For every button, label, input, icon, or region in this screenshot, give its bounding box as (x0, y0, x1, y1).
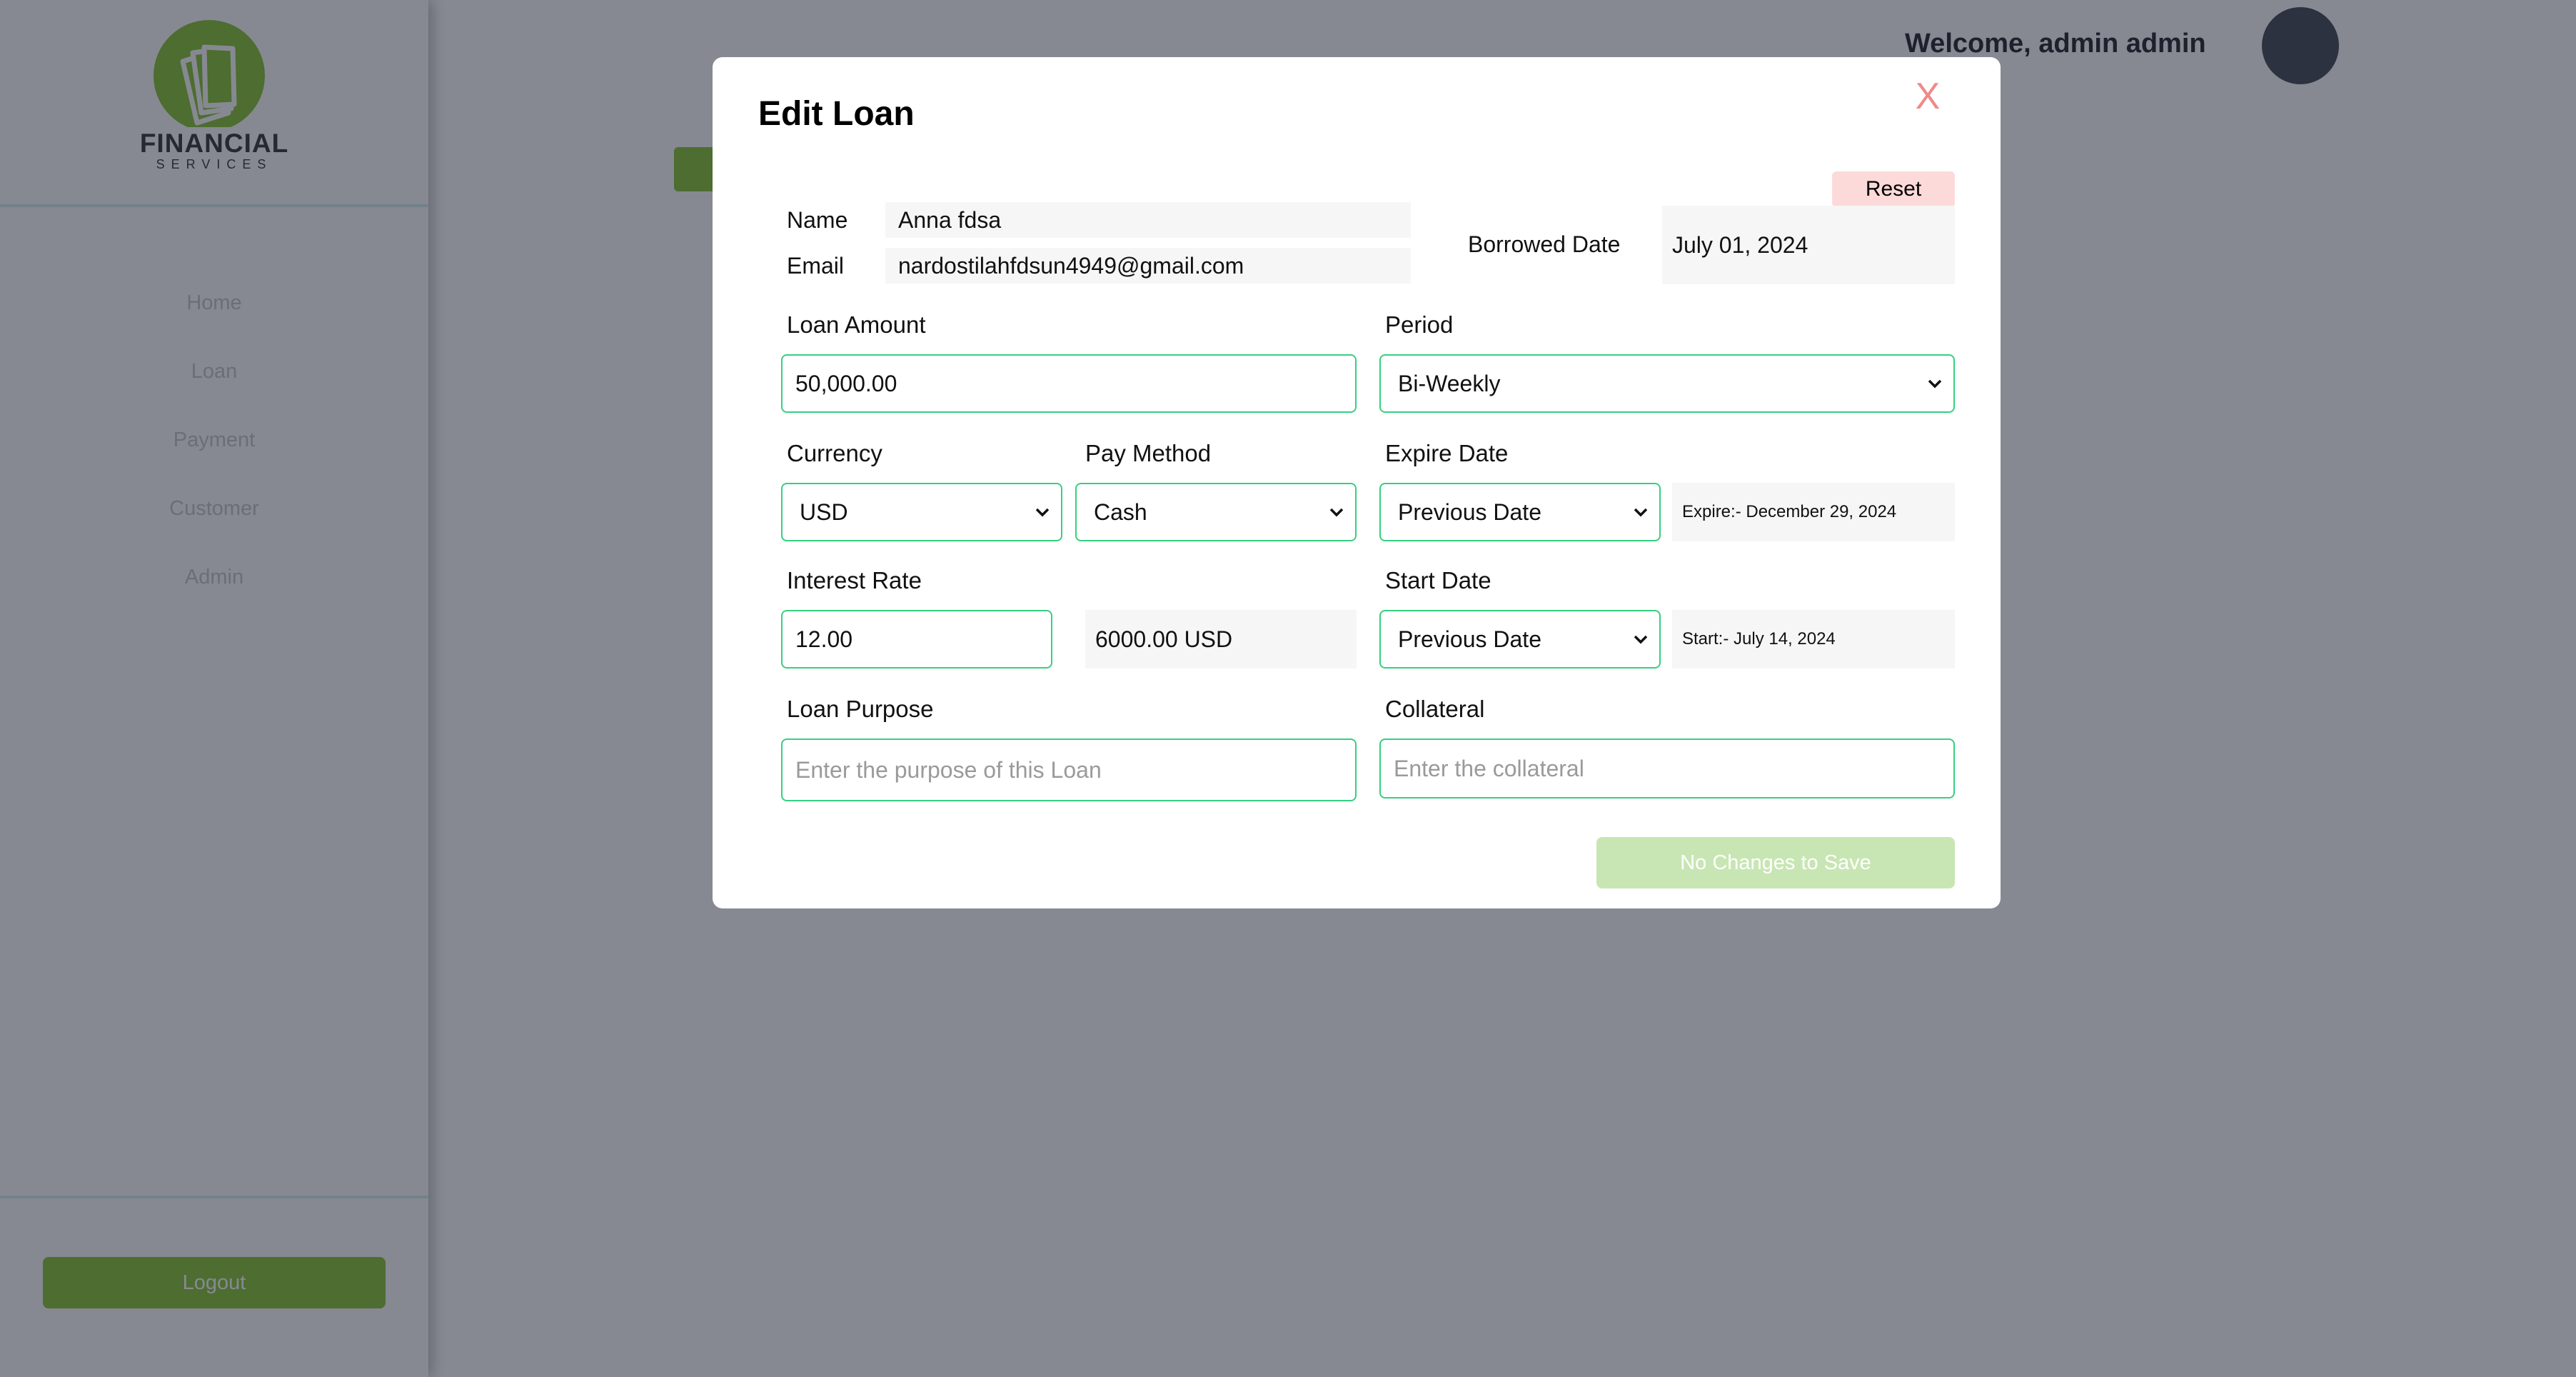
expire-date-label: Expire Date (1385, 440, 1509, 466)
interest-rate-input[interactable]: 12.00 (781, 610, 1052, 669)
save-button[interactable]: No Changes to Save (1596, 837, 1955, 888)
pay-method-selected: Cash (1094, 499, 1147, 525)
period-selected: Bi-Weekly (1398, 370, 1501, 396)
email-label: Email (787, 253, 845, 279)
borrowed-date-value: July 01, 2024 (1662, 206, 1955, 284)
currency-select[interactable]: USD (781, 483, 1062, 541)
collateral-label: Collateral (1385, 696, 1485, 722)
chevron-down-icon (1634, 635, 1648, 644)
pay-method-label: Pay Method (1085, 440, 1212, 466)
reset-button[interactable]: Reset (1832, 171, 1955, 207)
interest-amount-display: 6000.00 USD (1085, 610, 1357, 669)
period-label: Period (1385, 311, 1454, 338)
collateral-input[interactable]: Enter the collateral (1379, 738, 1955, 798)
loan-purpose-input[interactable]: Enter the purpose of this Loan (781, 738, 1357, 801)
start-date-select[interactable]: Previous Date (1379, 610, 1661, 669)
email-value: nardostilahfdsun4949@gmail.com (885, 248, 1411, 284)
expire-date-display: Expire:- December 29, 2024 (1672, 483, 1955, 541)
start-date-selected: Previous Date (1398, 626, 1541, 652)
loan-amount-label: Loan Amount (787, 311, 926, 338)
name-label: Name (787, 207, 848, 233)
chevron-down-icon (1928, 379, 1942, 389)
close-icon[interactable]: X (1906, 71, 1949, 121)
currency-label: Currency (787, 440, 882, 466)
chevron-down-icon (1634, 508, 1648, 517)
pay-method-select[interactable]: Cash (1075, 483, 1357, 541)
edit-loan-modal: Edit Loan X Reset Name Anna fdsa Email n… (713, 57, 2001, 908)
period-select[interactable]: Bi-Weekly (1379, 354, 1955, 413)
loan-amount-input[interactable]: 50,000.00 (781, 354, 1357, 413)
start-date-label: Start Date (1385, 567, 1491, 594)
chevron-down-icon (1329, 508, 1344, 517)
loan-purpose-label: Loan Purpose (787, 696, 934, 722)
interest-rate-label: Interest Rate (787, 567, 922, 594)
borrowed-date-label: Borrowed Date (1468, 231, 1621, 257)
name-value: Anna fdsa (885, 202, 1411, 238)
currency-selected: USD (800, 499, 848, 525)
expire-date-selected: Previous Date (1398, 499, 1541, 525)
expire-date-select[interactable]: Previous Date (1379, 483, 1661, 541)
modal-title: Edit Loan (758, 95, 915, 133)
chevron-down-icon (1035, 508, 1050, 517)
start-date-display: Start:- July 14, 2024 (1672, 610, 1955, 669)
